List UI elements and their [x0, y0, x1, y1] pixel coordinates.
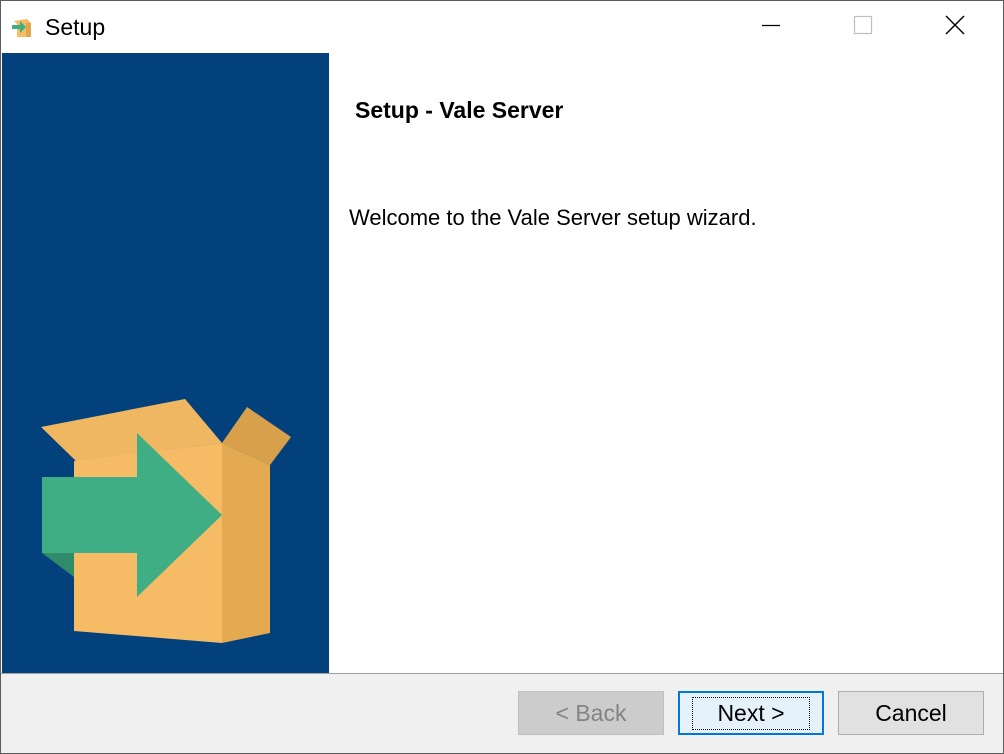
setup-app-icon	[11, 15, 35, 39]
minimize-button[interactable]	[725, 1, 817, 53]
wizard-content: Setup - Vale Server Welcome to the Vale …	[329, 53, 1003, 673]
minimize-icon	[761, 15, 781, 40]
next-button-label: Next >	[692, 696, 810, 730]
close-button[interactable]	[909, 1, 1001, 53]
maximize-button[interactable]	[817, 1, 909, 53]
cancel-button[interactable]: Cancel	[838, 691, 984, 735]
button-bar: < Back Next > Cancel	[1, 673, 1003, 753]
next-button[interactable]: Next >	[678, 691, 824, 735]
title-bar[interactable]: Setup	[1, 1, 1003, 53]
installer-box-arrow-illustration	[41, 399, 291, 643]
page-title: Setup - Vale Server	[355, 97, 564, 123]
window-title: Setup	[45, 14, 106, 40]
welcome-text: Welcome to the Vale Server setup wizard.	[349, 205, 757, 230]
wizard-sidebar	[2, 53, 329, 673]
maximize-icon	[853, 15, 873, 40]
back-button[interactable]: < Back	[518, 691, 664, 735]
setup-window: Setup Setup - Vale Server Welcome to the…	[0, 0, 1004, 754]
close-icon	[945, 15, 965, 40]
